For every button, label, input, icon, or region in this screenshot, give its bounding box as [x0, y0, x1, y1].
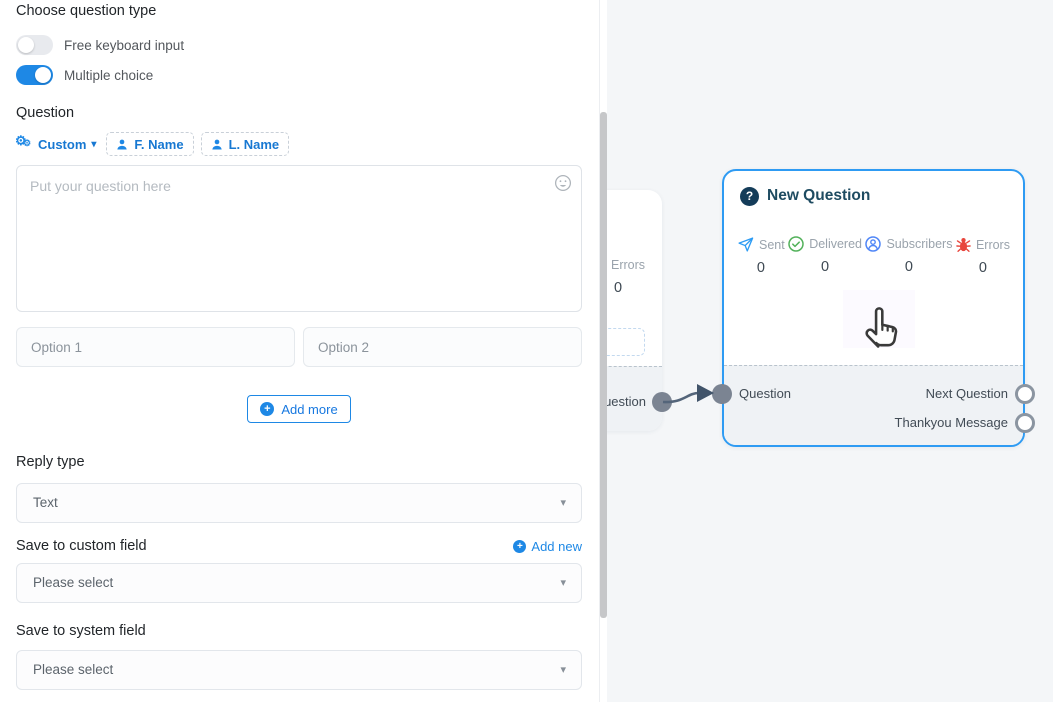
toggle-label: Multiple choice: [64, 68, 153, 83]
add-more-button[interactable]: + Add more: [247, 395, 350, 423]
caret-down-icon: ▾: [91, 139, 96, 150]
custom-dropdown-button[interactable]: ⚙⚙ Custom ▾: [16, 136, 99, 152]
send-icon: [737, 236, 754, 253]
output-port-thankyou-message[interactable]: [1015, 413, 1035, 433]
emoji-picker-icon[interactable]: [554, 174, 572, 192]
stat-errors: Errors 0: [956, 236, 1010, 276]
tag-button-fname[interactable]: F. Name: [106, 132, 193, 156]
gears-icon: ⚙⚙: [16, 136, 33, 152]
options-row: [16, 327, 582, 367]
tag-button-lname[interactable]: L. Name: [201, 132, 290, 156]
question-label: Question: [16, 106, 582, 121]
reply-type-select[interactable]: Text ▾: [16, 483, 582, 523]
system-field-select[interactable]: Please select ▾: [16, 650, 582, 690]
output-port-next-question[interactable]: [1015, 384, 1035, 404]
question-textarea-wrap: [16, 165, 582, 312]
reply-type-label: Reply type: [16, 455, 582, 470]
output-port-label: Next Question: [926, 384, 1008, 404]
input-port-question[interactable]: [712, 384, 732, 404]
caret-down-icon: ▾: [560, 564, 566, 602]
option-1-input[interactable]: [16, 327, 295, 367]
output-port-label: Thankyou Message: [895, 413, 1008, 433]
panel-scrollbar[interactable]: [600, 0, 607, 702]
stat-subscribers: Subscribers 0: [865, 236, 952, 276]
stat-label: Errors: [611, 258, 645, 272]
node-stats-row: Sent 0 Delivered 0: [724, 236, 1023, 276]
hand-cursor-icon: [862, 300, 906, 352]
choose-question-type-label: Choose question type: [16, 4, 582, 19]
plus-circle-icon: +: [260, 402, 274, 416]
custom-field-select[interactable]: Please select ▾: [16, 563, 582, 603]
node-title: New Question: [767, 186, 870, 206]
bug-icon: [956, 236, 971, 253]
toggle-row-free-keyboard: Free keyboard input: [16, 35, 582, 55]
subscriber-icon: [865, 236, 881, 252]
scrollbar-thumb[interactable]: [600, 112, 607, 618]
question-badge-icon: ?: [740, 187, 759, 206]
question-textarea[interactable]: [17, 166, 581, 311]
stat-delivered: Delivered 0: [788, 236, 862, 276]
plus-circle-icon: +: [513, 540, 526, 553]
save-custom-field-label: Save to custom field: [16, 539, 147, 554]
node-header: ? New Question: [724, 171, 1023, 206]
merge-tags-row: ⚙⚙ Custom ▾ F. Name L. Name: [16, 132, 582, 156]
node-footer: Question Next Question Thankyou Message: [724, 365, 1023, 445]
toggle-row-multiple-choice: Multiple choice: [16, 65, 582, 85]
input-port-label: Question: [739, 384, 791, 404]
add-new-link[interactable]: + Add new: [513, 539, 582, 554]
output-port-connected[interactable]: [652, 392, 672, 412]
multiple-choice-toggle[interactable]: [16, 65, 53, 85]
caret-down-icon: ▾: [560, 651, 566, 689]
check-circle-icon: [788, 236, 804, 252]
person-icon: [211, 138, 223, 151]
save-system-field-label: Save to system field: [16, 624, 582, 639]
node-new-question[interactable]: ? New Question Sent 0: [722, 169, 1025, 447]
question-settings-panel: Choose question type Free keyboard input…: [0, 0, 600, 702]
free-keyboard-toggle[interactable]: [16, 35, 53, 55]
person-icon: [116, 138, 128, 151]
stat-sent: Sent 0: [737, 236, 785, 276]
toggle-label: Free keyboard input: [64, 38, 184, 53]
option-2-input[interactable]: [303, 327, 582, 367]
caret-down-icon: ▾: [560, 484, 566, 522]
